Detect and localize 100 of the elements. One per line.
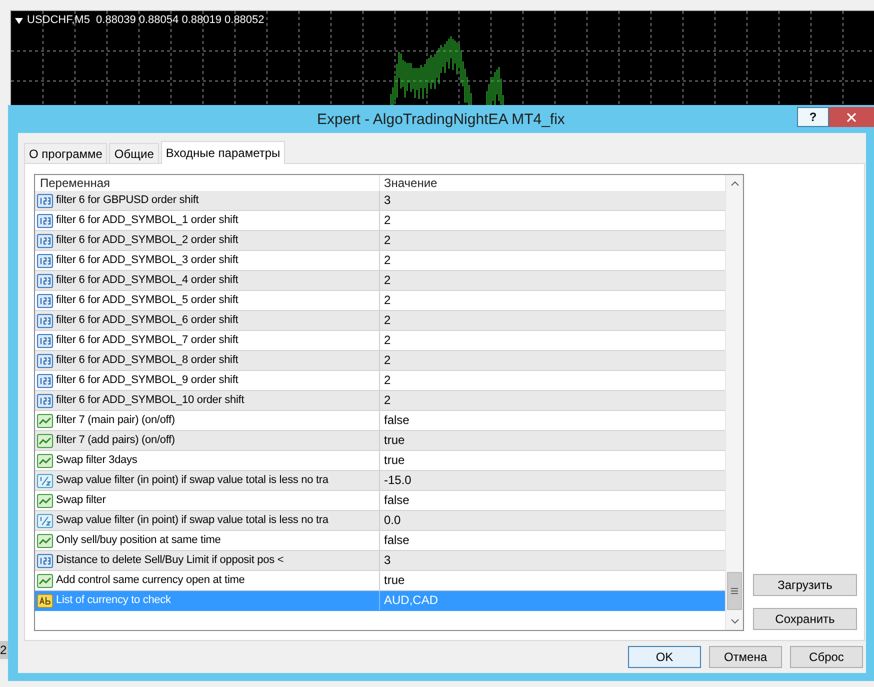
close-button[interactable] <box>829 107 874 127</box>
number-icon <box>37 294 53 308</box>
number-icon <box>37 274 53 288</box>
cancel-button[interactable]: Отмена <box>709 646 782 668</box>
variable-value: true <box>384 572 405 589</box>
cell-fragment: 2 <box>0 641 8 659</box>
number-icon <box>37 394 53 408</box>
parameter-row[interactable]: Only sell/buy position at same time false <box>35 531 725 551</box>
number-icon <box>37 194 53 208</box>
line-chart-icon <box>37 434 53 448</box>
variable-name: Swap value filter (in point) if swap value total is less no tra <box>56 513 328 528</box>
variable-name: filter 7 (add pairs) (on/off) <box>56 433 175 448</box>
reset-button[interactable]: Сброс <box>790 646 863 668</box>
parameter-row[interactable]: Add control same currency open at time true <box>35 571 725 591</box>
chevron-down-icon <box>730 619 738 624</box>
variable-value: 2 <box>384 352 391 369</box>
variable-name: filter 6 for ADD_SYMBOL_3 order shift <box>56 253 238 268</box>
number-icon <box>37 314 53 328</box>
variable-name: Only sell/buy position at same time <box>56 533 221 548</box>
scroll-up-button[interactable] <box>726 175 743 192</box>
variable-value: 2 <box>384 332 391 349</box>
number-icon <box>37 374 53 388</box>
variable-name: filter 6 for ADD_SYMBOL_1 order shift <box>56 213 238 228</box>
save-button[interactable]: Сохранить <box>753 608 857 630</box>
tab[interactable]: Общие <box>109 143 159 163</box>
parameter-row[interactable]: Swap value filter (in point) if swap value total is less no tra -15.0 <box>35 471 725 491</box>
parameter-row[interactable]: filter 6 for ADD_SYMBOL_9 order shift 2 <box>35 371 725 391</box>
variable-name: List of currency to check <box>56 593 171 608</box>
variable-name: Swap filter <box>56 493 106 508</box>
number-icon <box>37 554 53 568</box>
variable-value: 2 <box>384 212 391 229</box>
variable-value: -15.0 <box>384 472 412 489</box>
variable-value: 2 <box>384 292 391 309</box>
parameter-row[interactable]: filter 6 for ADD_SYMBOL_6 order shift 2 <box>35 311 725 331</box>
variable-value: 3 <box>384 552 391 569</box>
parameter-row[interactable]: Swap value filter (in point) if swap value total is less no tra 0.0 <box>35 511 725 531</box>
parameter-row[interactable]: filter 6 for ADD_SYMBOL_7 order shift 2 <box>35 331 725 351</box>
variable-name: filter 6 for ADD_SYMBOL_10 order shift <box>56 393 244 408</box>
variable-name: filter 6 for ADD_SYMBOL_7 order shift <box>56 333 238 348</box>
variable-name: filter 6 for ADD_SYMBOL_9 order shift <box>56 373 238 388</box>
scrollbar-thumb[interactable] <box>727 572 742 610</box>
variable-value: AUD,CAD <box>384 592 438 609</box>
parameter-row[interactable]: filter 6 for ADD_SYMBOL_4 order shift 2 <box>35 271 725 291</box>
variable-value: true <box>384 452 405 469</box>
number-icon <box>37 354 53 368</box>
ok-button[interactable]: OK <box>628 646 701 668</box>
variable-value: false <box>384 532 410 549</box>
chevron-up-icon <box>730 181 738 186</box>
variable-value: 0.0 <box>384 512 401 529</box>
tab[interactable]: Входные параметры <box>160 141 286 164</box>
variable-value: 2 <box>384 232 391 249</box>
scroll-down-button[interactable] <box>726 613 743 630</box>
chart-title: USDCHF,M5 0.88039 0.88054 0.88019 0.88052 <box>27 14 264 27</box>
variable-name: Swap filter 3days <box>56 453 138 468</box>
number-icon <box>37 254 53 268</box>
line-chart-icon <box>37 534 53 548</box>
dialog-title: Expert - AlgoTradingNightEA MT4_fix <box>317 110 565 130</box>
help-button[interactable]: ? <box>797 107 829 127</box>
variable-value: 3 <box>384 192 391 209</box>
parameter-row[interactable]: filter 6 for ADD_SYMBOL_3 order shift 2 <box>35 251 725 271</box>
variable-value: 2 <box>384 372 391 389</box>
number-icon <box>37 214 53 228</box>
fraction-icon <box>37 514 53 528</box>
line-chart-icon <box>37 414 53 428</box>
variable-name: filter 6 for GBPUSD order shift <box>56 193 199 208</box>
grip-icon <box>731 588 738 594</box>
fraction-icon <box>37 474 53 488</box>
variable-value: 2 <box>384 312 391 329</box>
number-icon <box>37 334 53 348</box>
text-icon <box>37 594 53 608</box>
variable-name: filter 7 (main pair) (on/off) <box>56 413 175 428</box>
variable-name: Add control same currency open at time <box>56 573 245 588</box>
variable-name: filter 6 for ADD_SYMBOL_6 order shift <box>56 313 238 328</box>
parameter-row[interactable]: filter 6 for ADD_SYMBOL_10 order shift 2 <box>35 391 725 411</box>
parameter-row[interactable]: filter 6 for ADD_SYMBOL_8 order shift 2 <box>35 351 725 371</box>
parameter-row[interactable]: filter 6 for ADD_SYMBOL_1 order shift 2 <box>35 211 725 231</box>
variable-name: filter 6 for ADD_SYMBOL_2 order shift <box>56 233 238 248</box>
line-chart-icon <box>37 494 53 508</box>
variable-value: false <box>384 492 410 509</box>
variable-name: Distance to delete Sell/Buy Limit if opposit pos < <box>56 553 284 568</box>
caret-icon[interactable] <box>15 18 23 24</box>
variable-value: false <box>384 412 410 429</box>
line-chart-icon <box>37 454 53 468</box>
parameter-row[interactable]: filter 6 for ADD_SYMBOL_5 order shift 2 <box>35 291 725 311</box>
column-header: Значение <box>384 175 438 191</box>
load-button[interactable]: Загрузить <box>753 574 857 596</box>
variable-value: true <box>384 432 405 449</box>
parameter-row[interactable]: filter 6 for ADD_SYMBOL_2 order shift 2 <box>35 231 725 251</box>
variable-name: filter 6 for ADD_SYMBOL_8 order shift <box>56 353 238 368</box>
close-icon <box>847 112 856 122</box>
variable-value: 2 <box>384 272 391 289</box>
parameter-row[interactable]: Swap filter false <box>35 491 725 511</box>
tab[interactable]: О программе <box>24 143 108 163</box>
parameter-row[interactable]: filter 7 (add pairs) (on/off) true <box>35 431 725 451</box>
parameter-row[interactable]: Distance to delete Sell/Buy Limit if opposit pos < 3 <box>35 551 725 571</box>
parameter-row[interactable]: filter 6 for GBPUSD order shift 3 <box>35 191 725 211</box>
parameter-row[interactable]: filter 7 (main pair) (on/off) false <box>35 411 725 431</box>
number-icon <box>37 234 53 248</box>
line-chart-icon <box>37 574 53 588</box>
parameter-row[interactable]: Swap filter 3days true <box>35 451 725 471</box>
